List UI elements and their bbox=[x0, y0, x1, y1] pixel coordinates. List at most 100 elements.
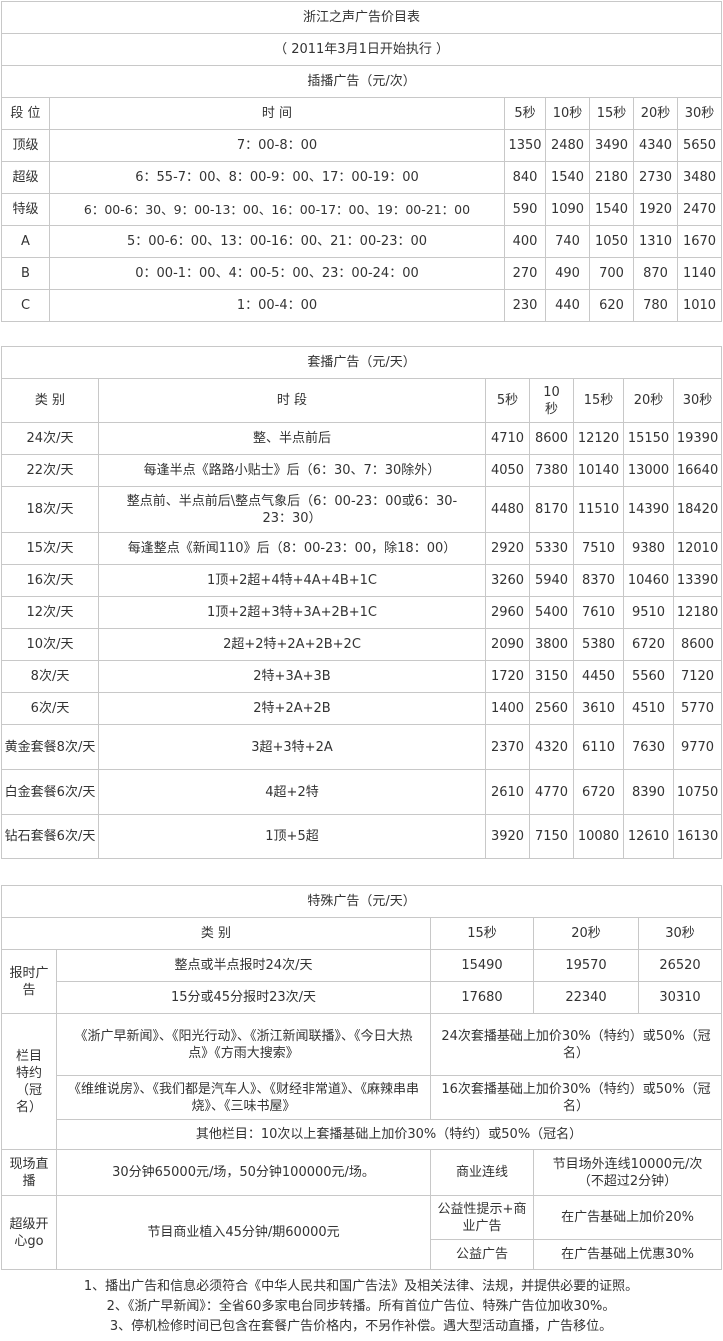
happy-go-label: 超级开心go bbox=[1, 1195, 57, 1270]
price-cell: 5770 bbox=[672, 692, 723, 725]
price-cell: 9770 bbox=[672, 724, 723, 770]
price-cell: 3920 bbox=[485, 814, 530, 859]
price-cell: 6720 bbox=[573, 769, 624, 815]
header-15s: 15秒 bbox=[589, 97, 634, 130]
table-row: 16次/天 1顶+2超+4特+4A+4B+1C 3260 5940 8370 1… bbox=[1, 564, 723, 597]
price-cell: 19570 bbox=[533, 949, 639, 982]
type-cell: 6次/天 bbox=[1, 692, 99, 725]
period-cell: 整、半点前后 bbox=[98, 422, 486, 455]
price-cell: 840 bbox=[504, 161, 546, 194]
price-cell: 7380 bbox=[529, 454, 574, 487]
table-row: 15分或45分报时23次/天 17680 22340 30310 bbox=[2, 981, 723, 1014]
price-cell: 4450 bbox=[573, 660, 624, 693]
table-row: 10次/天 2超+2特+2A+2B+2C 2090 3800 5380 6720… bbox=[1, 628, 723, 661]
header-20s: 20秒 bbox=[533, 917, 639, 950]
time-cell: 5：00-6：00、13：00-16：00、21：00-23：00 bbox=[49, 225, 505, 258]
price-cell: 1400 bbox=[485, 692, 530, 725]
time-cell: 6：55-7：00、8：00-9：00、17：00-19：00 bbox=[49, 161, 505, 194]
header-30s: 30秒 bbox=[672, 378, 723, 423]
price-cell: 7610 bbox=[573, 596, 624, 629]
column-sponsor-price: 24次套播基础上加价30%（特约）或50%（冠名） bbox=[429, 1013, 723, 1076]
table-row: 超级 6：55-7：00、8：00-9：00、17：00-19：00 840 1… bbox=[1, 161, 723, 194]
price-cell: 18420 bbox=[672, 486, 723, 533]
column-other: 其他栏目：10次以上套播基础上加价30%（特约）或50%（冠名） bbox=[55, 1119, 723, 1150]
public-biz-price: 在广告基础上加价20% bbox=[532, 1195, 723, 1240]
price-cell: 4770 bbox=[529, 769, 574, 815]
price-cell: 7150 bbox=[529, 814, 574, 859]
table-row: 其他栏目：10次以上套播基础上加价30%（特约）或50%（冠名） bbox=[2, 1119, 723, 1150]
business-link-price: 节目场外连线10000元/次（不超过2分钟） bbox=[532, 1149, 723, 1196]
price-cell: 5330 bbox=[529, 532, 574, 565]
price-cell: 11510 bbox=[573, 486, 624, 533]
table-row: B 0：00-1：00、4：00-5：00、23：00-24：00 270 49… bbox=[1, 257, 723, 290]
price-cell: 2730 bbox=[633, 161, 678, 194]
time-cell: 0：00-1：00、4：00-5：00、23：00-24：00 bbox=[49, 257, 505, 290]
time-report-desc: 15分或45分报时23次/天 bbox=[56, 981, 431, 1014]
header-grade: 段 位 bbox=[1, 97, 50, 130]
price-cell: 400 bbox=[504, 225, 546, 258]
price-cell: 1540 bbox=[589, 193, 634, 226]
price-cell: 8600 bbox=[672, 628, 723, 661]
price-cell: 26520 bbox=[637, 949, 723, 982]
type-cell: 钻石套餐6次/天 bbox=[1, 814, 99, 859]
header-period: 时 段 bbox=[98, 378, 486, 423]
header-time: 时 间 bbox=[49, 97, 505, 130]
public-biz-label: 公益性提示+商业广告 bbox=[430, 1195, 534, 1240]
public-label: 公益广告 bbox=[430, 1239, 534, 1270]
grade-cell: 顶级 bbox=[1, 129, 50, 162]
price-cell: 1310 bbox=[633, 225, 678, 258]
price-cell: 3150 bbox=[529, 660, 574, 693]
header-10s: 10秒 bbox=[529, 378, 574, 423]
price-cell: 1540 bbox=[545, 161, 590, 194]
price-cell: 1010 bbox=[676, 289, 723, 322]
price-cell: 1920 bbox=[633, 193, 678, 226]
price-cell: 440 bbox=[545, 289, 590, 322]
type-cell: 白金套餐6次/天 bbox=[1, 769, 99, 815]
header-30s: 30秒 bbox=[676, 97, 723, 130]
header-type: 类 别 bbox=[1, 378, 99, 423]
spot-ad-price-table: 浙江之声广告价目表 （ 2011年3月1日开始执行 ） 插播广告（元/次） 段 … bbox=[0, 1, 723, 322]
price-cell: 15490 bbox=[430, 949, 534, 982]
price-cell: 15150 bbox=[623, 422, 674, 455]
price-cell: 30310 bbox=[637, 981, 723, 1014]
period-cell: 1顶+2超+3特+3A+2B+1C bbox=[98, 596, 486, 629]
table-row: 12次/天 1顶+2超+3特+3A+2B+1C 2960 5400 7610 9… bbox=[1, 596, 723, 629]
price-cell: 5380 bbox=[573, 628, 624, 661]
price-cell: 3800 bbox=[529, 628, 574, 661]
happy-go-desc: 节目商业植入45分钟/期60000元 bbox=[56, 1195, 431, 1270]
header-5s: 5秒 bbox=[485, 378, 530, 423]
table-header-row: 类 别 时 段 5秒 10秒 15秒 20秒 30秒 bbox=[1, 378, 723, 423]
grade-cell: B bbox=[1, 257, 50, 290]
table-row: 8次/天 2特+3A+3B 1720 3150 4450 5560 7120 bbox=[1, 660, 723, 693]
type-cell: 12次/天 bbox=[1, 596, 99, 629]
section-title-special-ads: 特殊广告（元/天） bbox=[0, 885, 723, 918]
price-cell: 2920 bbox=[485, 532, 530, 565]
table-row: 白金套餐6次/天 4超+2特 2610 4770 6720 8390 10750 bbox=[1, 769, 723, 815]
price-cell: 2090 bbox=[485, 628, 530, 661]
price-cell: 870 bbox=[633, 257, 678, 290]
table-row: 15次/天 每逢整点《新闻110》后（8：00-23：00，除18：00） 29… bbox=[1, 532, 723, 565]
price-cell: 1720 bbox=[485, 660, 530, 693]
note-item: 1、播出广告和信息必须符合《中华人民共和国广告法》及相关法律、法规，并提供必要的… bbox=[83, 1279, 639, 1294]
price-cell: 12180 bbox=[672, 596, 723, 629]
period-cell: 2特+2A+2B bbox=[98, 692, 486, 725]
price-cell: 3260 bbox=[485, 564, 530, 597]
table-row: 特级 6：00-6：30、9：00-13：00、16：00-17：00、19：0… bbox=[1, 193, 723, 226]
table-row: 22次/天 每逢半点《路路小贴士》后（6：30、7：30除外） 4050 738… bbox=[1, 454, 723, 487]
time-report-label: 报时广告 bbox=[1, 949, 57, 1014]
column-programs: 《维维说房》、《我们都是汽车人》、《财经非常道》、《麻辣串串烧》、《三味书屋》 bbox=[56, 1075, 431, 1120]
column-sponsor-price: 16次套播基础上加价30%（特约）或50%（冠名） bbox=[429, 1075, 723, 1120]
grade-cell: 特级 bbox=[1, 193, 50, 226]
type-cell: 黄金套餐8次/天 bbox=[1, 724, 99, 770]
price-cell: 5400 bbox=[529, 596, 574, 629]
price-cell: 3480 bbox=[676, 161, 723, 194]
grade-cell: 超级 bbox=[1, 161, 50, 194]
time-cell: 6：00-6：30、9：00-13：00、16：00-17：00、19：00-2… bbox=[49, 193, 505, 226]
table-row: 《维维说房》、《我们都是汽车人》、《财经非常道》、《麻辣串串烧》、《三味书屋》 … bbox=[2, 1075, 723, 1120]
price-cell: 700 bbox=[589, 257, 634, 290]
price-cell: 12610 bbox=[623, 814, 674, 859]
price-cell: 4050 bbox=[485, 454, 530, 487]
live-label: 现场直播 bbox=[1, 1149, 57, 1196]
price-cell: 9380 bbox=[623, 532, 674, 565]
type-cell: 16次/天 bbox=[1, 564, 99, 597]
